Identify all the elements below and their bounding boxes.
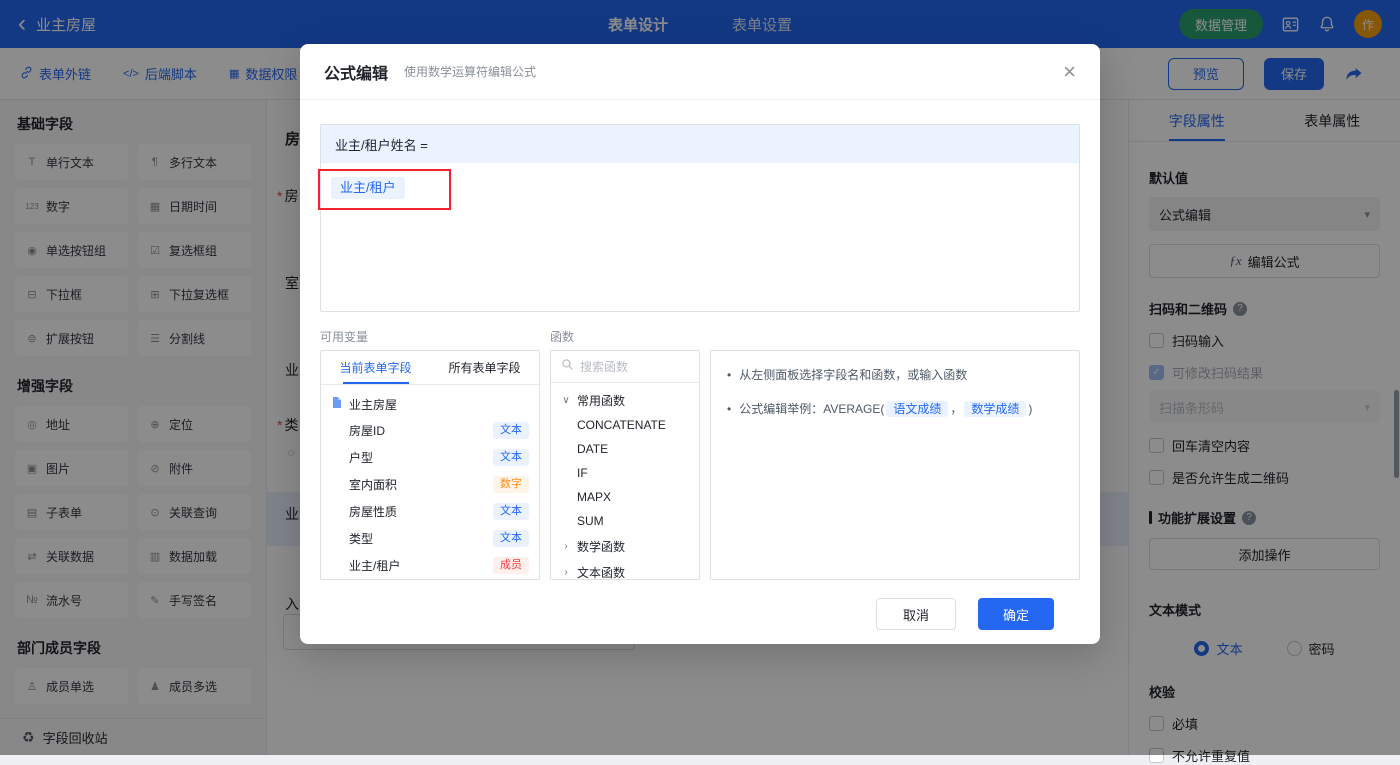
form-tree-root[interactable]: 业主房屋	[331, 391, 529, 417]
function-search-input[interactable]	[580, 360, 680, 374]
cancel-button[interactable]: 取消	[876, 598, 956, 630]
function-item[interactable]: CONCATENATE	[561, 413, 689, 437]
variable-item[interactable]: 业主/租户成员	[331, 552, 529, 579]
function-group-common[interactable]: ∨ 常用函数	[561, 387, 689, 413]
variable-item[interactable]: 类型文本	[331, 525, 529, 552]
formula-field-chip[interactable]: 业主/租户	[331, 177, 405, 199]
formula-input-area[interactable]: 业主/租户	[321, 163, 1079, 312]
confirm-button[interactable]: 确定	[978, 598, 1054, 630]
available-variables-label: 可用变量	[320, 328, 550, 345]
formula-editor: 业主/租户姓名 = 业主/租户	[320, 124, 1080, 312]
field-type-badge: 文本	[493, 503, 529, 520]
bullet-icon: •	[727, 399, 731, 419]
function-item[interactable]: MAPX	[561, 485, 689, 509]
function-group-text[interactable]: › 文本函数	[561, 559, 689, 580]
help-example: 公式编辑举例：AVERAGE(语文成绩，数学成绩)	[739, 399, 1032, 419]
function-item[interactable]: SUM	[561, 509, 689, 533]
help-panel: • 从左侧面板选择字段名和函数，或输入函数 • 公式编辑举例：AVERAGE(语…	[710, 350, 1080, 580]
chevron-expanded-icon: ∨	[561, 395, 571, 406]
field-type-badge: 数字	[493, 476, 529, 493]
bullet-icon: •	[727, 365, 731, 385]
field-type-badge: 文本	[493, 422, 529, 439]
functions-label: 函数	[550, 328, 574, 345]
example-field-chip: 数学成绩	[964, 401, 1026, 417]
dialog-subtitle: 使用数学运算符编辑公式	[404, 63, 536, 80]
formula-edit-dialog: 公式编辑 使用数学运算符编辑公式 × 业主/租户姓名 = 业主/租户 可用变量 …	[300, 44, 1100, 644]
variables-panel: 当前表单字段 所有表单字段 业主房屋 房屋ID文本 户型文本 室内面积数字 房屋…	[320, 350, 540, 580]
formula-target-bar: 业主/租户姓名 =	[321, 125, 1079, 163]
variable-item[interactable]: 房屋性质文本	[331, 498, 529, 525]
dialog-title: 公式编辑	[324, 60, 388, 84]
help-text: 从左侧面板选择字段名和函数，或输入函数	[739, 365, 967, 385]
search-icon	[561, 358, 574, 376]
close-icon[interactable]: ×	[1063, 61, 1076, 83]
field-type-badge: 文本	[493, 530, 529, 547]
functions-panel: ∨ 常用函数 CONCATENATE DATE IF MAPX SUM › 数学…	[550, 350, 700, 580]
field-type-badge: 成员	[493, 557, 529, 574]
example-field-chip: 语文成绩	[886, 401, 948, 417]
function-item[interactable]: IF	[561, 461, 689, 485]
variable-item[interactable]: 室内面积数字	[331, 471, 529, 498]
variable-item[interactable]: 户型文本	[331, 444, 529, 471]
function-group-math[interactable]: › 数学函数	[561, 533, 689, 559]
chevron-collapsed-icon: ›	[561, 541, 571, 552]
tab-all-form-fields[interactable]: 所有表单字段	[430, 351, 539, 384]
function-item[interactable]: DATE	[561, 437, 689, 461]
tab-current-form-fields[interactable]: 当前表单字段	[321, 351, 430, 384]
field-type-badge: 文本	[493, 449, 529, 466]
document-icon	[331, 396, 343, 412]
chevron-collapsed-icon: ›	[561, 567, 571, 578]
variable-item[interactable]: 房屋ID文本	[331, 417, 529, 444]
